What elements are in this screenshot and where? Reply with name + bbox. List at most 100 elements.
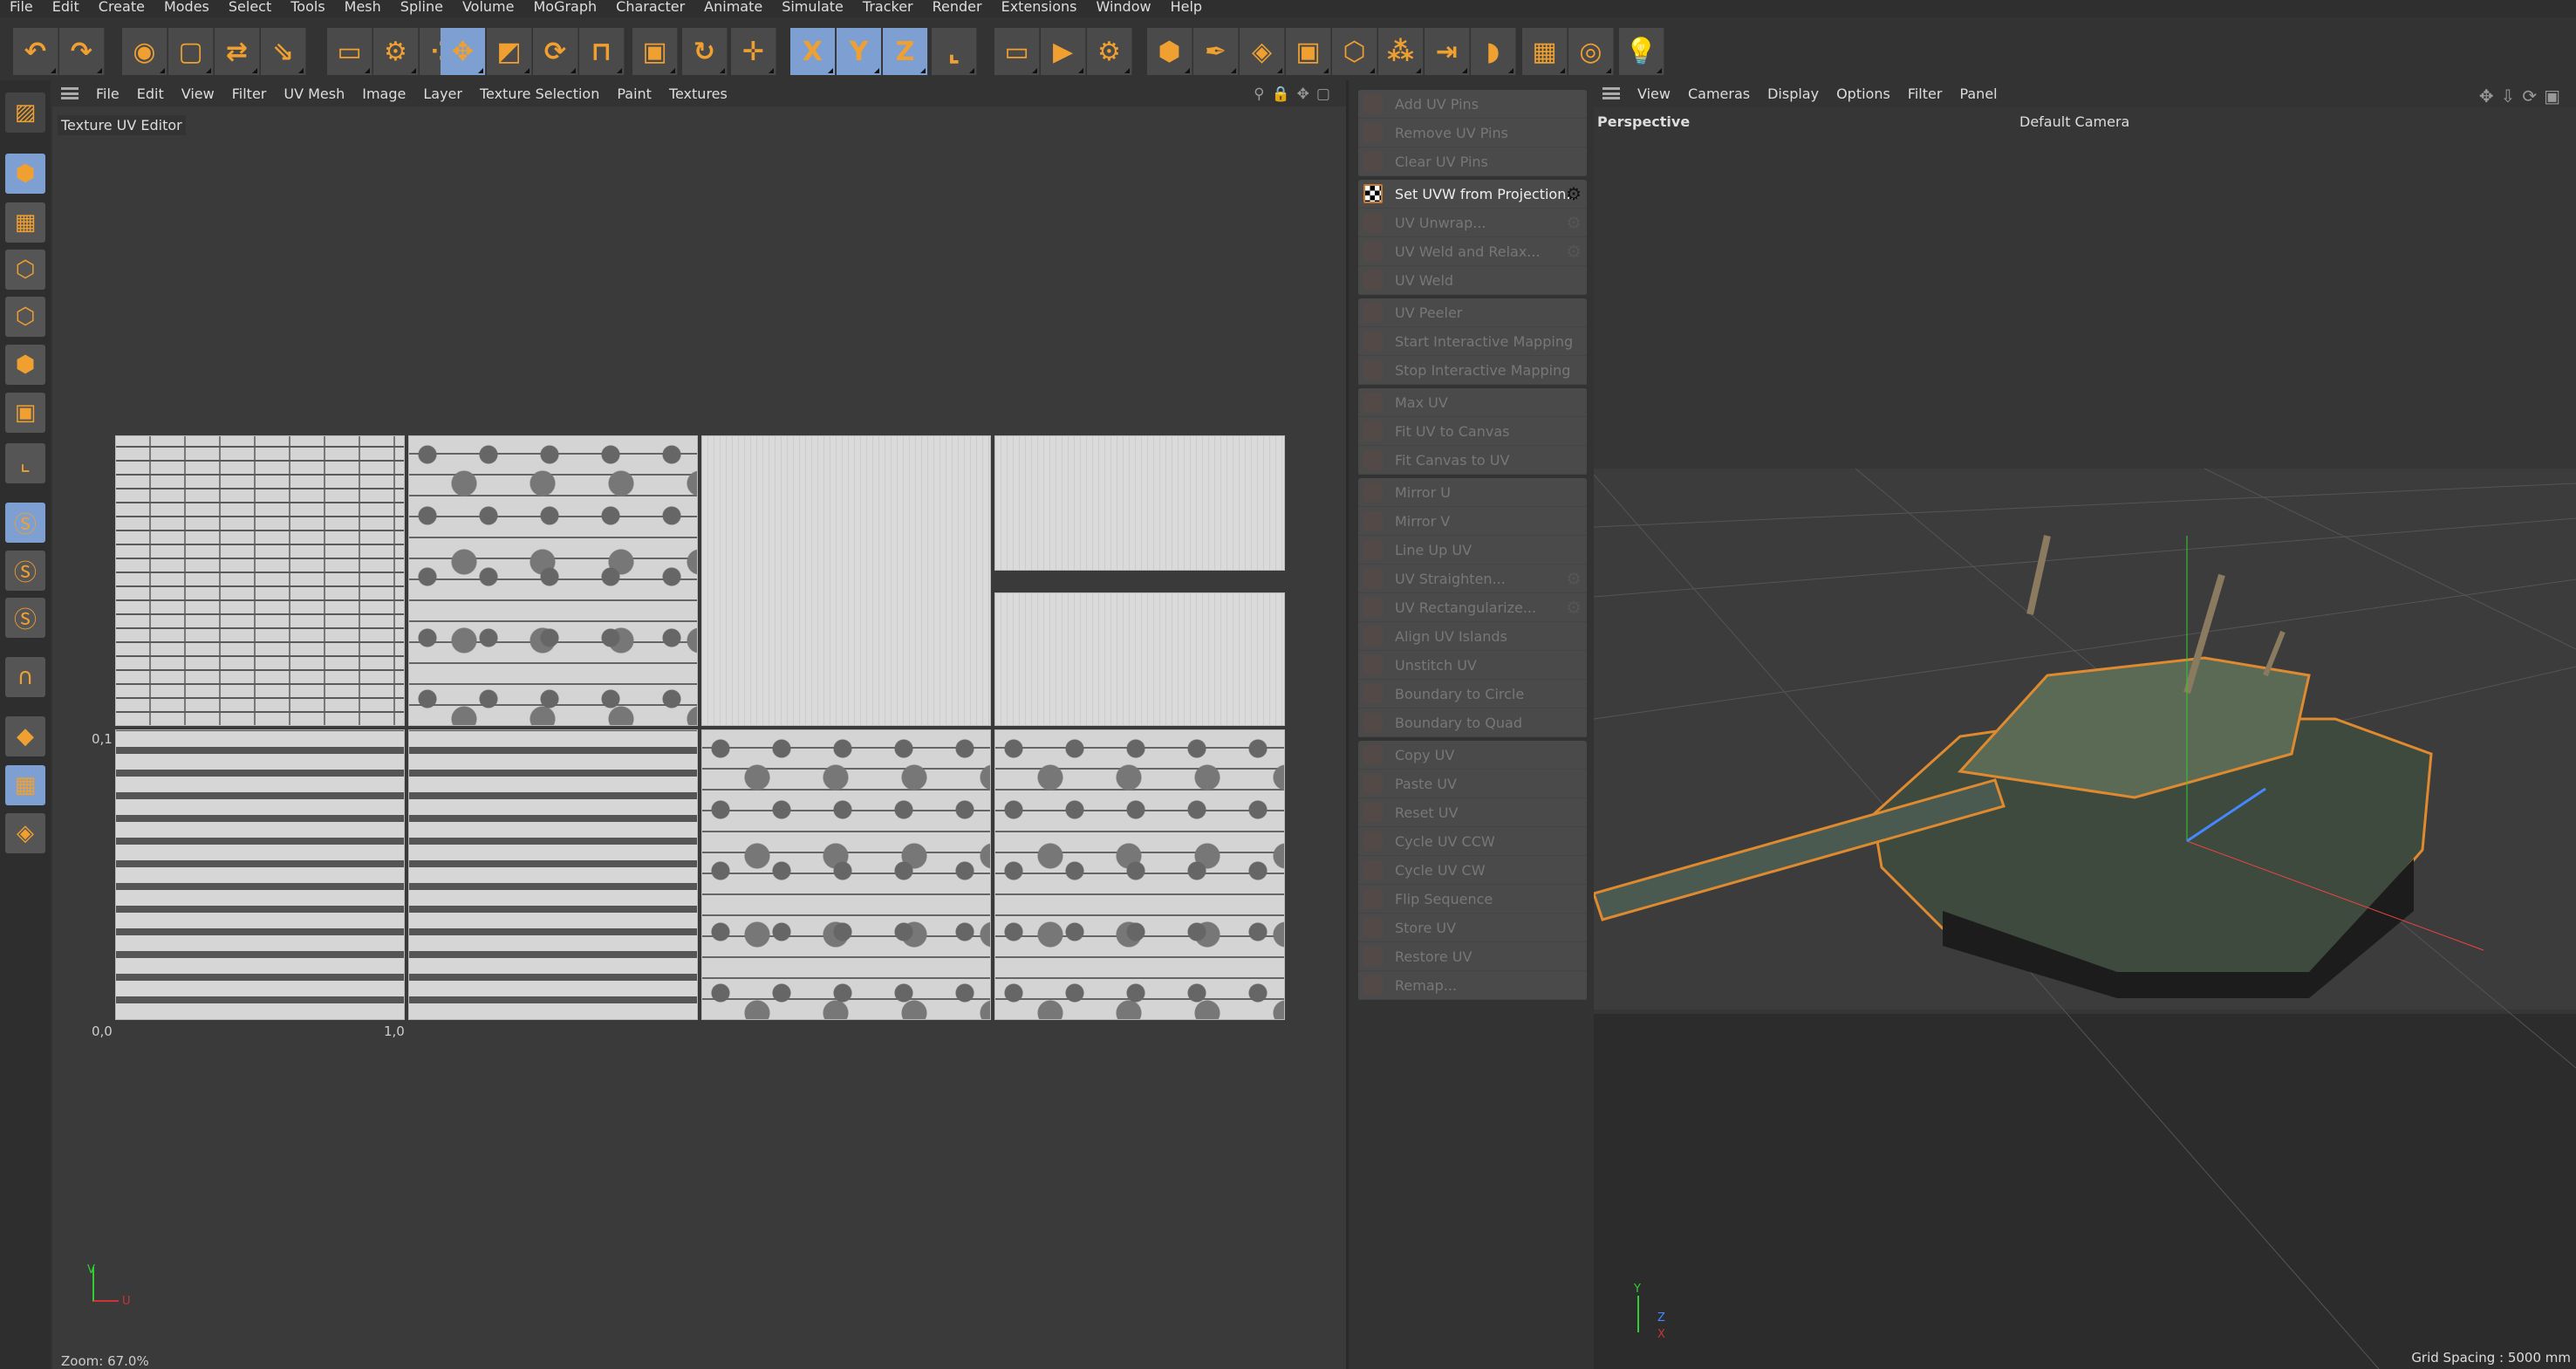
command-remap[interactable]: Remap... xyxy=(1358,971,1587,1000)
uv-mode-icon[interactable]: ▣ xyxy=(5,393,45,433)
menu-tools[interactable]: Tools xyxy=(281,0,334,17)
menu-layer[interactable]: Layer xyxy=(414,86,471,102)
solo-off-icon[interactable]: Ⓢ xyxy=(5,598,45,638)
snap-magnet-icon[interactable]: ∩ xyxy=(5,657,45,697)
y-axis-icon[interactable]: Y xyxy=(837,28,882,75)
box-icon[interactable]: ▢ xyxy=(168,28,214,75)
command-cycle-uv-ccw[interactable]: Cycle UV CCW xyxy=(1358,827,1587,856)
menu-select[interactable]: Select xyxy=(219,0,281,17)
command-cycle-uv-cw[interactable]: Cycle UV CW xyxy=(1358,856,1587,885)
menu-panel[interactable]: Panel xyxy=(1951,86,2005,102)
gear-icon[interactable]: ⚙ xyxy=(1566,597,1582,618)
axis-mode-icon[interactable]: ⌞ xyxy=(5,443,45,483)
extrude-icon[interactable]: ▣ xyxy=(1286,28,1331,75)
menu-simulate[interactable]: Simulate xyxy=(772,0,853,17)
x-axis-icon[interactable]: X xyxy=(790,28,836,75)
menu-modes[interactable]: Modes xyxy=(154,0,219,17)
menu-options[interactable]: Options xyxy=(1828,86,1899,102)
render-settings-icon[interactable]: ⚙ xyxy=(1087,28,1132,75)
menu-character[interactable]: Character xyxy=(606,0,694,17)
menu-paint[interactable]: Paint xyxy=(608,86,660,102)
workplane-icon[interactable]: ⚙ xyxy=(373,28,419,75)
command-boundary-to-circle[interactable]: Boundary to Circle xyxy=(1358,680,1587,708)
gear-icon[interactable]: ⚙ xyxy=(1566,568,1582,589)
menu-filter[interactable]: Filter xyxy=(1899,86,1951,102)
selection-filter-icon[interactable]: ⇄ xyxy=(215,28,260,75)
polygons-mode-icon[interactable]: ⬢ xyxy=(5,345,45,385)
gear-icon[interactable]: ⚙ xyxy=(1566,212,1582,233)
texture-mode-icon[interactable]: ▦ xyxy=(5,202,45,243)
command-max-uv[interactable]: Max UV xyxy=(1358,388,1587,417)
command-uv-rectangularize[interactable]: UV Rectangularize... ⚙ xyxy=(1358,593,1587,622)
pen-icon[interactable]: ✒ xyxy=(1193,28,1239,75)
floor-icon[interactable]: ▦ xyxy=(1522,28,1568,75)
camera-label[interactable]: Default Camera xyxy=(2019,113,2129,130)
solo-hierarchy-icon[interactable]: Ⓢ xyxy=(5,551,45,591)
workplane-icon[interactable]: ◆ xyxy=(5,716,45,756)
points-mode-icon[interactable]: ⬡ xyxy=(5,250,45,290)
menu-edit[interactable]: Edit xyxy=(43,0,89,17)
lock-workplane-icon[interactable]: ▦ xyxy=(5,765,45,805)
camera-icon[interactable]: ◎ xyxy=(1568,28,1614,75)
undo-icon[interactable]: ↶ xyxy=(13,28,58,75)
menu-uv-mesh[interactable]: UV Mesh xyxy=(275,86,353,102)
bend-icon[interactable]: ◗ xyxy=(1471,28,1516,75)
menu-create[interactable]: Create xyxy=(89,0,154,17)
render-view-icon[interactable]: ▭ xyxy=(994,28,1040,75)
solo-icon[interactable]: Ⓢ xyxy=(5,503,45,543)
menu-mesh[interactable]: Mesh xyxy=(335,0,391,17)
command-restore-uv[interactable]: Restore UV xyxy=(1358,942,1587,971)
command-copy-uv[interactable]: Copy UV xyxy=(1358,741,1587,770)
menu-filter[interactable]: Filter xyxy=(223,86,276,102)
projection-label[interactable]: Perspective xyxy=(1597,113,1690,130)
snap-icon[interactable]: ⊓ xyxy=(579,28,625,75)
menu-textures[interactable]: Textures xyxy=(660,86,736,102)
move-icon[interactable]: ✥ xyxy=(441,28,486,75)
command-mirror-u[interactable]: Mirror U xyxy=(1358,478,1587,507)
command-uv-unwrap[interactable]: UV Unwrap... ⚙ xyxy=(1358,209,1587,237)
axis-move-icon[interactable]: ✛ xyxy=(731,28,776,75)
z-axis-icon[interactable]: Z xyxy=(883,28,928,75)
uv-canvas[interactable] xyxy=(115,435,1285,1020)
menu-spline[interactable]: Spline xyxy=(391,0,453,17)
menu-view[interactable]: View xyxy=(173,86,223,102)
menu-texture-selection[interactable]: Texture Selection xyxy=(471,86,608,102)
live-selection-icon[interactable]: ◉ xyxy=(122,28,167,75)
transfer-icon[interactable]: ⇘ xyxy=(261,28,306,75)
menu-edit[interactable]: Edit xyxy=(128,86,173,102)
menu-extensions[interactable]: Extensions xyxy=(992,0,1087,17)
panel-menu-icon[interactable] xyxy=(1602,87,1620,99)
subdivision-icon[interactable]: ◈ xyxy=(1240,28,1285,75)
command-add-uv-pins[interactable]: Add UV Pins xyxy=(1358,90,1587,119)
command-line-up-uv[interactable]: Line Up UV xyxy=(1358,536,1587,565)
command-uv-weld-and-relax[interactable]: UV Weld and Relax... ⚙ xyxy=(1358,237,1587,266)
command-mirror-v[interactable]: Mirror V xyxy=(1358,507,1587,536)
edges-mode-icon[interactable]: ⬡ xyxy=(5,297,45,337)
panel-nav-icons[interactable]: ⚲🔒✥▢ xyxy=(1254,86,1337,103)
command-fit-canvas-to-uv[interactable]: Fit Canvas to UV xyxy=(1358,446,1587,475)
menu-render[interactable]: Render xyxy=(923,0,992,17)
command-clear-uv-pins[interactable]: Clear UV Pins xyxy=(1358,147,1587,176)
menu-view[interactable]: View xyxy=(1629,86,1679,102)
enable-axis-icon[interactable]: ▭ xyxy=(327,28,372,75)
cube-icon[interactable]: ⬢ xyxy=(1147,28,1192,75)
coordinate-system-icon[interactable]: ⌞ xyxy=(932,28,977,75)
menu-image[interactable]: Image xyxy=(353,86,414,102)
frame-icon[interactable]: ▣ xyxy=(632,28,678,75)
command-unstitch-uv[interactable]: Unstitch UV xyxy=(1358,651,1587,680)
command-uv-weld[interactable]: UV Weld xyxy=(1358,266,1587,295)
command-set-uvw-from-projection[interactable]: Set UVW from Projection... ⚙ xyxy=(1358,180,1587,209)
cloner-icon[interactable]: ⁂ xyxy=(1378,28,1424,75)
gear-icon[interactable]: ⚙ xyxy=(1566,241,1582,262)
light-icon[interactable]: 💡 xyxy=(1619,28,1664,75)
deformer-icon[interactable]: ⇥ xyxy=(1425,28,1470,75)
command-start-interactive-mapping[interactable]: Start Interactive Mapping xyxy=(1358,327,1587,356)
menu-volume[interactable]: Volume xyxy=(453,0,524,17)
array-icon[interactable]: ⬡ xyxy=(1332,28,1377,75)
command-paste-uv[interactable]: Paste UV xyxy=(1358,770,1587,798)
command-boundary-to-quad[interactable]: Boundary to Quad xyxy=(1358,708,1587,737)
render-picture-viewer-icon[interactable]: ▶ xyxy=(1041,28,1086,75)
redo-icon[interactable]: ↷ xyxy=(59,28,105,75)
menu-animate[interactable]: Animate xyxy=(694,0,772,17)
menu-display[interactable]: Display xyxy=(1759,86,1828,102)
